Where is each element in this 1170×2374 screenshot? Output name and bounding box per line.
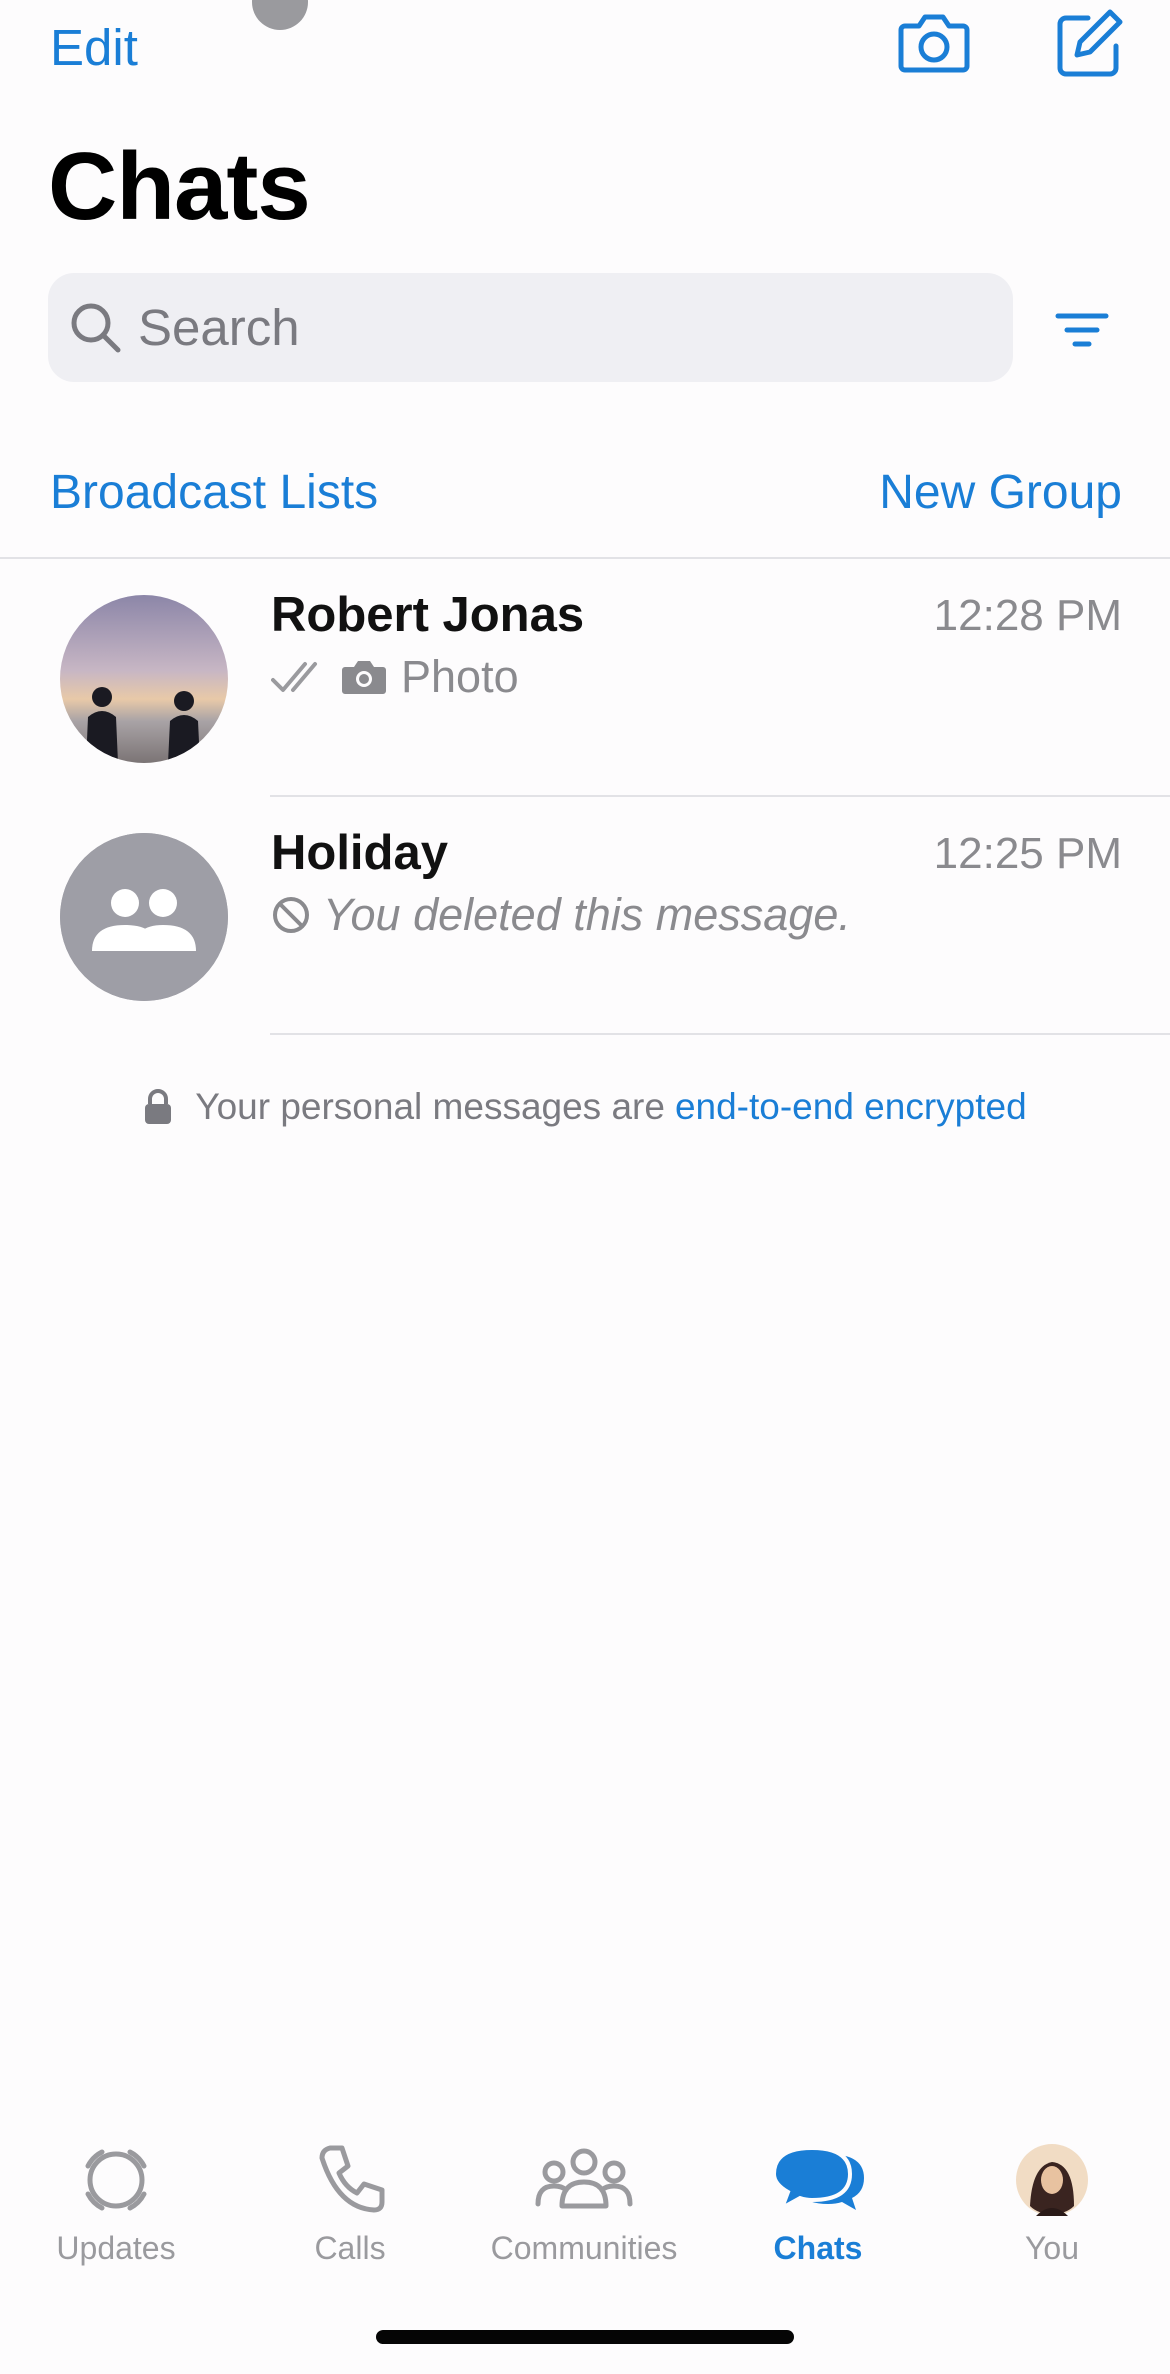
lock-icon	[145, 1089, 172, 1124]
chat-preview: You deleted this message.	[271, 889, 851, 941]
encryption-text: Your personal messages are	[195, 1086, 665, 1127]
compose-icon[interactable]	[1052, 8, 1124, 80]
phone-icon	[319, 2145, 385, 2213]
chat-name: Holiday	[271, 826, 448, 880]
encryption-link[interactable]: end-to-end encrypted	[675, 1086, 1027, 1128]
tab-label: Communities	[490, 2230, 678, 2266]
search-input[interactable]	[138, 273, 998, 382]
tab-label: Updates	[56, 2230, 176, 2266]
chat-preview: Photo	[271, 651, 519, 703]
chat-name: Robert Jonas	[271, 588, 585, 642]
tab-label: Chats	[773, 2230, 863, 2266]
new-group-link[interactable]: New Group	[879, 465, 1122, 520]
divider	[270, 1033, 1170, 1035]
chat-time: 12:28 PM	[933, 591, 1122, 640]
tab-chats[interactable]: Chats	[718, 2140, 918, 2267]
chat-row[interactable]: Holiday 12:25 PM You deleted this messag…	[0, 797, 1170, 1035]
edit-button[interactable]: Edit	[50, 18, 138, 77]
status-indicator	[252, 0, 308, 30]
tab-communities[interactable]: Communities	[484, 2140, 684, 2267]
tab-calls[interactable]: Calls	[250, 2140, 450, 2267]
filter-icon[interactable]	[1054, 310, 1110, 350]
search-bar[interactable]	[48, 273, 1013, 382]
double-check-icon	[271, 662, 317, 692]
page-title: Chats	[48, 133, 311, 240]
camera-icon[interactable]	[897, 10, 971, 76]
encryption-note: Your personal messages are end-to-end en…	[0, 1086, 1170, 1128]
tab-label: Calls	[314, 2230, 386, 2266]
chat-time: 12:25 PM	[933, 829, 1122, 878]
chat-avatar	[60, 595, 228, 763]
chats-screen: Edit Chats Broadcast Lists New Group	[0, 0, 1170, 2374]
tab-updates[interactable]: Updates	[16, 2140, 216, 2267]
deleted-icon	[273, 897, 309, 933]
search-icon	[71, 303, 121, 353]
tab-you[interactable]: You	[952, 2140, 1152, 2267]
camera-icon	[342, 661, 386, 694]
avatar	[1016, 2144, 1088, 2216]
broadcast-lists-link[interactable]: Broadcast Lists	[50, 465, 378, 520]
group-avatar	[60, 833, 228, 1001]
home-indicator	[376, 2330, 794, 2344]
communities-icon	[535, 2148, 633, 2209]
updates-icon	[85, 2149, 147, 2211]
chat-preview-text: Photo	[401, 651, 519, 702]
chat-preview-text: You deleted this message.	[323, 889, 851, 940]
chats-icon	[771, 2145, 864, 2213]
chat-row[interactable]: Robert Jonas 12:28 PM Photo	[0, 559, 1170, 797]
tab-label: You	[1025, 2230, 1079, 2266]
